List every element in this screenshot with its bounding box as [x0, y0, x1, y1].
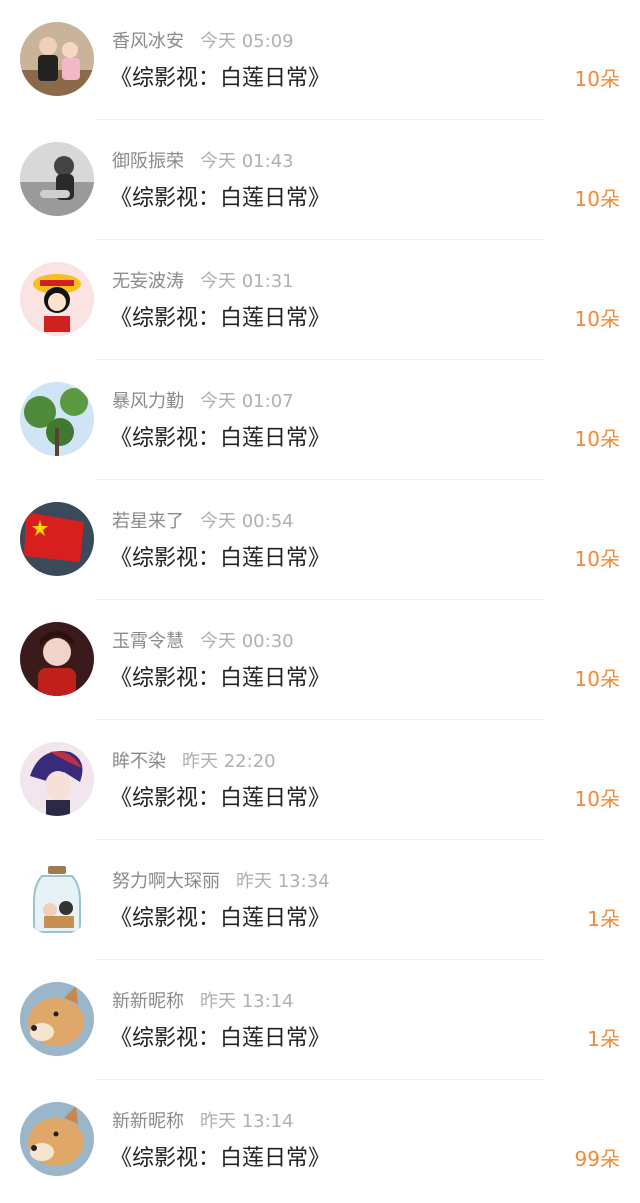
- timestamp: 今天 00:30: [200, 631, 294, 652]
- dog-avatar-icon[interactable]: [20, 1102, 94, 1176]
- reward-list: 香风冰安 今天 05:09 《综影视：白莲日常》 10朵 御阪振荣 今天 01:43…: [0, 0, 640, 1203]
- book-title[interactable]: 《综影视：白莲日常》: [110, 782, 330, 816]
- row-meta: 玉霄令慧 今天 00:30: [112, 630, 294, 654]
- timestamp: 昨天 13:34: [236, 871, 330, 892]
- list-item[interactable]: 玉霄令慧 今天 00:30 《综影视：白莲日常》 10朵: [0, 600, 640, 720]
- row-meta: 香风冰安 今天 05:09: [112, 30, 294, 54]
- timestamp: 今天 05:09: [200, 31, 294, 52]
- book-title[interactable]: 《综影视：白莲日常》: [110, 1022, 330, 1056]
- username[interactable]: 若星来了: [112, 511, 184, 532]
- reward-amount: 1朵: [587, 907, 620, 931]
- timestamp: 昨天 13:14: [200, 991, 294, 1012]
- username[interactable]: 御阪振荣: [112, 151, 184, 172]
- book-title[interactable]: 《综影视：白莲日常》: [110, 62, 330, 96]
- book-title[interactable]: 《综影视：白莲日常》: [110, 302, 330, 336]
- list-item[interactable]: 若星来了 今天 00:54 《综影视：白莲日常》 10朵: [0, 480, 640, 600]
- reward-amount: 10朵: [574, 67, 620, 91]
- reward-amount: 10朵: [574, 427, 620, 451]
- book-title[interactable]: 《综影视：白莲日常》: [110, 662, 330, 696]
- username[interactable]: 暴风力勤: [112, 391, 184, 412]
- jar-avatar-icon[interactable]: [20, 862, 94, 936]
- row-meta: 努力啊大琛丽 昨天 13:34: [112, 870, 330, 894]
- username[interactable]: 新新昵称: [112, 991, 184, 1012]
- reward-amount: 10朵: [574, 787, 620, 811]
- book-title[interactable]: 《综影视：白莲日常》: [110, 1142, 330, 1176]
- row-meta: 眸不染 昨天 22:20: [112, 750, 276, 774]
- book-title[interactable]: 《综影视：白莲日常》: [110, 182, 330, 216]
- flag-avatar-icon[interactable]: [20, 502, 94, 576]
- row-meta: 暴风力勤 今天 01:07: [112, 390, 294, 414]
- timestamp: 昨天 22:20: [182, 751, 276, 772]
- reward-amount: 10朵: [574, 307, 620, 331]
- portrait-avatar-icon[interactable]: [20, 622, 94, 696]
- username[interactable]: 香风冰安: [112, 31, 184, 52]
- username[interactable]: 努力啊大琛丽: [112, 871, 220, 892]
- dog-avatar-icon[interactable]: [20, 982, 94, 1056]
- book-title[interactable]: 《综影视：白莲日常》: [110, 902, 330, 936]
- list-item[interactable]: 香风冰安 今天 05:09 《综影视：白莲日常》 10朵: [0, 0, 640, 120]
- book-title[interactable]: 《综影视：白莲日常》: [110, 542, 330, 576]
- cartoon-avatar-icon[interactable]: [20, 262, 94, 336]
- timestamp: 今天 01:31: [200, 271, 294, 292]
- username[interactable]: 玉霄令慧: [112, 631, 184, 652]
- row-meta: 新新昵称 昨天 13:14: [112, 990, 294, 1014]
- anime-avatar-icon[interactable]: [20, 742, 94, 816]
- list-item[interactable]: 御阪振荣 今天 01:43 《综影视：白莲日常》 10朵: [0, 120, 640, 240]
- list-item[interactable]: 新新昵称 昨天 13:14 《综影视：白莲日常》 1朵: [0, 960, 640, 1080]
- timestamp: 今天 01:07: [200, 391, 294, 412]
- row-meta: 新新昵称 昨天 13:14: [112, 1110, 294, 1134]
- person-avatar-icon[interactable]: [20, 22, 94, 96]
- reward-amount: 99朵: [574, 1147, 620, 1171]
- row-meta: 无妄波涛 今天 01:31: [112, 270, 294, 294]
- username[interactable]: 眸不染: [112, 751, 166, 772]
- reward-amount: 1朵: [587, 1027, 620, 1051]
- reward-amount: 10朵: [574, 187, 620, 211]
- list-item[interactable]: 无妄波涛 今天 01:31 《综影视：白莲日常》 10朵: [0, 240, 640, 360]
- person-photo-avatar-icon[interactable]: [20, 142, 94, 216]
- timestamp: 今天 01:43: [200, 151, 294, 172]
- row-meta: 若星来了 今天 00:54: [112, 510, 294, 534]
- book-title[interactable]: 《综影视：白莲日常》: [110, 422, 330, 456]
- list-item[interactable]: 努力啊大琛丽 昨天 13:34 《综影视：白莲日常》 1朵: [0, 840, 640, 960]
- reward-amount: 10朵: [574, 667, 620, 691]
- username[interactable]: 无妄波涛: [112, 271, 184, 292]
- list-item[interactable]: 暴风力勤 今天 01:07 《综影视：白莲日常》 10朵: [0, 360, 640, 480]
- reward-amount: 10朵: [574, 547, 620, 571]
- timestamp: 今天 00:54: [200, 511, 294, 532]
- timestamp: 昨天 13:14: [200, 1111, 294, 1132]
- row-meta: 御阪振荣 今天 01:43: [112, 150, 294, 174]
- username[interactable]: 新新昵称: [112, 1111, 184, 1132]
- list-item[interactable]: 新新昵称 昨天 13:14 《综影视：白莲日常》 99朵: [0, 1080, 640, 1200]
- list-item[interactable]: 眸不染 昨天 22:20 《综影视：白莲日常》 10朵: [0, 720, 640, 840]
- tree-avatar-icon[interactable]: [20, 382, 94, 456]
